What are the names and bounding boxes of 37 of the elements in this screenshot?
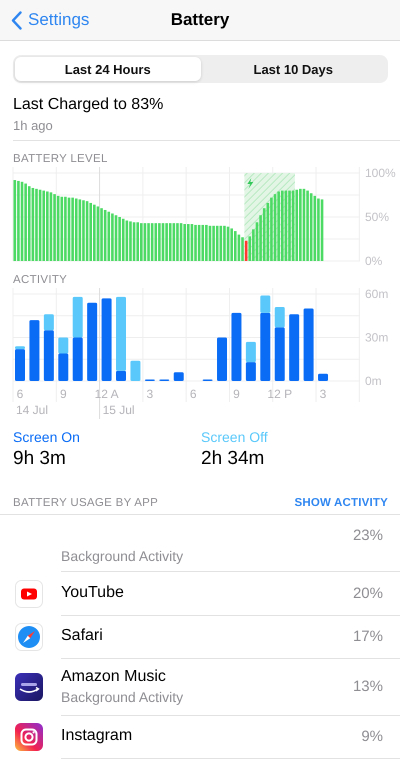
app-name: YouTube	[61, 584, 125, 602]
axis-label: 0m	[365, 374, 382, 388]
axis-label: 6	[190, 387, 196, 401]
percent-text: 17%	[352, 628, 383, 644]
legend-label: Screen Off	[201, 429, 269, 445]
section-header: BATTERY USAGE BY APP	[13, 497, 158, 509]
app-name: Instagram	[61, 727, 134, 745]
chart-title: ACTIVITY	[13, 274, 68, 286]
date-label: 15 Jul	[102, 403, 135, 417]
axis-label: 100%	[365, 166, 396, 180]
axis-label: 9	[233, 387, 240, 401]
axis-label: 30m	[365, 330, 388, 344]
axis-label: 12 A	[94, 387, 119, 401]
app-subtitle: Background Activity	[61, 548, 184, 564]
axis-label: 9	[60, 387, 67, 401]
percent-text: 9%	[361, 728, 383, 744]
axis-label: 6	[16, 387, 24, 401]
date-label: 14 Jul	[16, 403, 48, 417]
axis-label: 0%	[365, 254, 382, 268]
percent-text: 13%	[352, 678, 383, 694]
axis-label: 3	[146, 387, 154, 401]
percent-text: 23%	[352, 527, 383, 544]
app-name: Amazon Music	[61, 668, 167, 686]
chart-title: BATTERY LEVEL	[13, 153, 109, 165]
axis-label: 50%	[365, 210, 390, 224]
percent-text: 20%	[352, 584, 383, 602]
app-subtitle: Background Activity	[61, 688, 184, 704]
time-text: 1h ago	[13, 118, 54, 133]
duration-text: 2h 34m	[201, 448, 266, 470]
axis-label: 60m	[365, 287, 388, 301]
duration-text: 9h 3m	[13, 448, 67, 470]
screen-title: Battery	[170, 10, 230, 30]
app-name: Safari	[61, 627, 104, 645]
last-charged-text: Last Charged to 83%	[13, 96, 164, 114]
axis-label: 12 P	[267, 387, 292, 401]
axis-label: 3	[320, 387, 326, 401]
legend-label: Screen On	[13, 429, 81, 445]
